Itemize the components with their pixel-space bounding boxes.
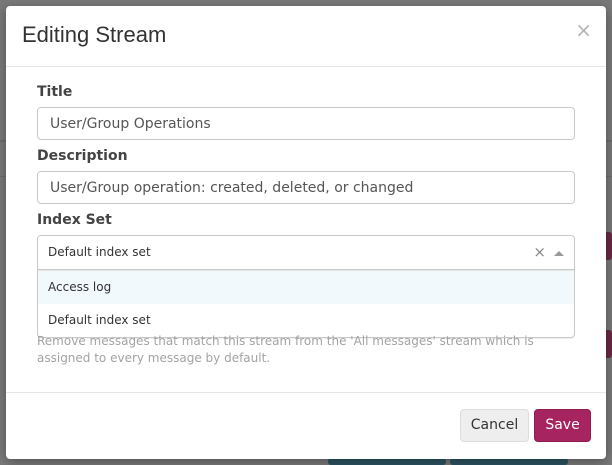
modal-header: Editing Stream × — [6, 6, 606, 67]
index-set-option-access-log[interactable]: Access log — [38, 271, 574, 304]
close-icon[interactable]: × — [575, 20, 592, 40]
description-input[interactable] — [37, 171, 575, 204]
index-set-label: Index Set — [37, 212, 112, 228]
index-set-select[interactable]: Default index set × — [37, 235, 575, 270]
index-set-dropdown-menu: Access log Default index set — [37, 270, 575, 338]
chevron-up-icon[interactable] — [554, 251, 564, 256]
background-button — [450, 458, 568, 465]
clear-icon[interactable]: × — [533, 243, 546, 261]
modal-title: Editing Stream — [22, 22, 167, 47]
description-label: Description — [37, 148, 128, 164]
edit-stream-modal: Editing Stream × Title Description Index… — [6, 6, 606, 459]
remove-matches-help-text: Remove messages that match this stream f… — [37, 334, 534, 365]
save-button[interactable]: Save — [534, 409, 591, 442]
index-set-selected-value: Default index set — [48, 245, 151, 259]
title-input[interactable] — [37, 107, 575, 140]
background-button — [328, 458, 446, 465]
title-label: Title — [37, 84, 73, 100]
modal-footer: Cancel Save — [6, 392, 606, 459]
cancel-button[interactable]: Cancel — [460, 409, 529, 442]
